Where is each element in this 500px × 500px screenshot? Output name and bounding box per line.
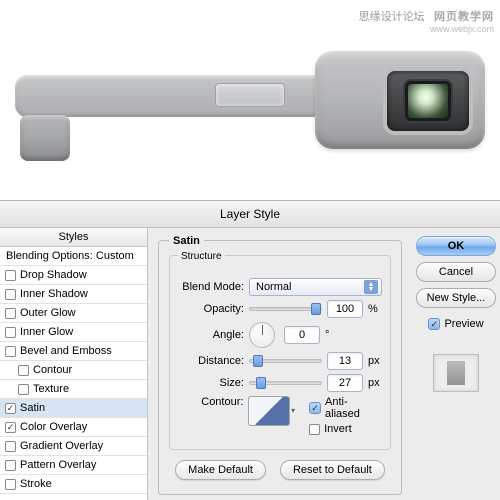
slider-thumb[interactable]	[253, 355, 263, 367]
anti-aliased-checkbox[interactable]	[309, 402, 321, 414]
cancel-button[interactable]: Cancel	[416, 262, 496, 282]
style-checkbox[interactable]	[5, 289, 16, 300]
style-checkbox[interactable]	[5, 403, 16, 414]
style-label: Contour	[33, 364, 72, 376]
opacity-slider[interactable]	[249, 307, 322, 311]
blend-mode-label: Blend Mode:	[178, 281, 244, 293]
style-checkbox[interactable]	[5, 422, 16, 433]
style-row-texture[interactable]: Texture	[0, 380, 147, 399]
blending-options[interactable]: Blending Options: Custom	[0, 247, 147, 266]
preview-checkbox[interactable]	[428, 318, 440, 330]
chevron-updown-icon: ▲▼	[364, 280, 378, 294]
preview-swatch	[433, 354, 479, 392]
satin-panel: Satin Structure Blend Mode: Normal ▲▼ Op…	[148, 228, 412, 500]
watermark-logo: 网页教学网	[434, 11, 494, 23]
style-label: Pattern Overlay	[20, 459, 96, 471]
style-row-satin[interactable]: Satin	[0, 399, 147, 418]
watermark-text: 思缘设计论坛	[359, 11, 425, 23]
style-label: Outer Glow	[20, 307, 76, 319]
watermark: 思缘设计论坛 网页教学网 www.webjx.com	[359, 8, 494, 34]
style-row-outer-glow[interactable]: Outer Glow	[0, 304, 147, 323]
blend-mode-select[interactable]: Normal ▲▼	[249, 278, 382, 296]
device-slot	[215, 83, 285, 107]
style-checkbox[interactable]	[5, 441, 16, 452]
size-slider[interactable]	[249, 381, 322, 385]
style-row-pattern-overlay[interactable]: Pattern Overlay	[0, 456, 147, 475]
style-checkbox[interactable]	[5, 327, 16, 338]
dialog-title: Layer Style	[0, 201, 500, 228]
style-label: Stroke	[20, 478, 52, 490]
style-row-inner-shadow[interactable]: Inner Shadow	[0, 285, 147, 304]
lens-frame	[387, 71, 469, 131]
style-row-inner-glow[interactable]: Inner Glow	[0, 323, 147, 342]
style-checkbox[interactable]	[18, 365, 29, 376]
satin-legend: Satin	[169, 235, 204, 247]
style-row-color-overlay[interactable]: Color Overlay	[0, 418, 147, 437]
size-label: Size:	[178, 377, 244, 389]
style-row-gradient-overlay[interactable]: Gradient Overlay	[0, 437, 147, 456]
device-foot	[20, 115, 70, 161]
ok-button[interactable]: OK	[416, 236, 496, 256]
style-label: Inner Glow	[20, 326, 73, 338]
style-checkbox[interactable]	[5, 308, 16, 319]
device-bar	[15, 75, 345, 117]
style-label: Bevel and Emboss	[20, 345, 112, 357]
style-checkbox[interactable]	[5, 270, 16, 281]
contour-picker[interactable]: ▾	[248, 396, 290, 426]
opacity-input[interactable]: 100	[327, 300, 363, 318]
styles-list: Styles Blending Options: Custom Drop Sha…	[0, 228, 148, 500]
angle-label: Angle:	[178, 329, 244, 341]
opacity-label: Opacity:	[178, 303, 244, 315]
style-label: Satin	[20, 402, 45, 414]
style-row-stroke[interactable]: Stroke	[0, 475, 147, 494]
lens	[405, 81, 451, 121]
angle-dial[interactable]	[249, 322, 275, 348]
style-row-contour[interactable]: Contour	[0, 361, 147, 380]
angle-input[interactable]: 0	[284, 326, 320, 344]
new-style-button[interactable]: New Style...	[416, 288, 496, 308]
slider-thumb[interactable]	[256, 377, 266, 389]
styles-header[interactable]: Styles	[0, 228, 147, 247]
style-checkbox[interactable]	[5, 346, 16, 357]
structure-legend: Structure	[178, 251, 225, 262]
invert-checkbox[interactable]	[309, 424, 320, 435]
reset-default-button[interactable]: Reset to Default	[280, 460, 385, 480]
style-checkbox[interactable]	[5, 460, 16, 471]
watermark-url: www.webjx.com	[359, 24, 494, 34]
layer-style-dialog: Layer Style Styles Blending Options: Cus…	[0, 200, 500, 500]
distance-slider[interactable]	[249, 359, 322, 363]
style-label: Texture	[33, 383, 69, 395]
style-label: Inner Shadow	[20, 288, 88, 300]
style-label: Drop Shadow	[20, 269, 87, 281]
dialog-side-buttons: OK Cancel New Style... Preview	[412, 228, 500, 500]
style-checkbox[interactable]	[18, 384, 29, 395]
distance-input[interactable]: 13	[327, 352, 363, 370]
distance-label: Distance:	[178, 355, 244, 367]
style-label: Color Overlay	[20, 421, 87, 433]
style-row-bevel-and-emboss[interactable]: Bevel and Emboss	[0, 342, 147, 361]
make-default-button[interactable]: Make Default	[175, 460, 266, 480]
slider-thumb[interactable]	[311, 303, 321, 315]
chevron-down-icon: ▾	[291, 406, 301, 416]
size-input[interactable]: 27	[327, 374, 363, 392]
contour-label: Contour:	[178, 396, 243, 408]
style-label: Gradient Overlay	[20, 440, 103, 452]
device-head	[315, 51, 485, 149]
style-checkbox[interactable]	[5, 479, 16, 490]
style-row-drop-shadow[interactable]: Drop Shadow	[0, 266, 147, 285]
